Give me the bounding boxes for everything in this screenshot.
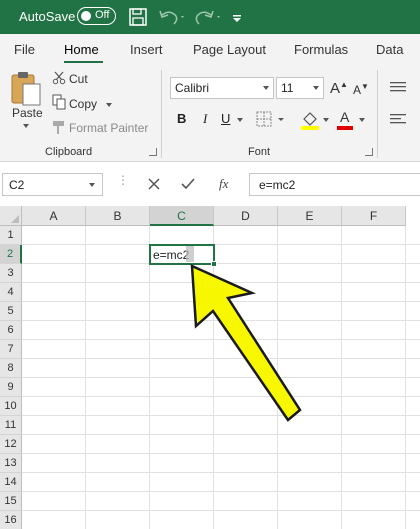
tab-data[interactable]: Data: [376, 42, 403, 57]
column-header[interactable]: E: [278, 206, 342, 226]
font-family-value: Calibri: [175, 81, 210, 95]
formula-buttons: fx: [135, 173, 244, 196]
formula-bar-splitter-icon[interactable]: ⋮: [117, 174, 129, 186]
row-header[interactable]: 14: [0, 473, 22, 492]
row-header[interactable]: 6: [0, 321, 22, 340]
font-color-button[interactable]: A: [340, 109, 349, 125]
column-header[interactable]: F: [342, 206, 406, 226]
shrink-font-icon[interactable]: A▼: [353, 82, 369, 97]
column-header[interactable]: A: [22, 206, 86, 226]
row-header[interactable]: 10: [0, 397, 22, 416]
formula-input[interactable]: e=mc2: [249, 173, 420, 196]
align-left-icon[interactable]: [388, 113, 408, 125]
save-icon[interactable]: [128, 7, 148, 27]
autosave-toggle[interactable]: Off: [77, 7, 116, 25]
group-separator: [161, 70, 162, 158]
row-header[interactable]: 3: [0, 264, 22, 283]
row-header[interactable]: 2: [0, 245, 22, 264]
tab-file[interactable]: File: [14, 42, 35, 57]
align-top-icon[interactable]: [388, 81, 408, 93]
row-header[interactable]: 13: [0, 454, 22, 473]
title-bar: AutoSave Off: [0, 0, 420, 34]
format-painter-button[interactable]: Format Painter: [69, 121, 148, 135]
row-header[interactable]: 15: [0, 492, 22, 511]
formula-bar: C2 ⋮ fx e=mc2: [0, 162, 420, 206]
font-group-label: Font: [248, 146, 271, 158]
column-header[interactable]: D: [214, 206, 278, 226]
font-size-value: 11: [281, 81, 294, 95]
tab-insert[interactable]: Insert: [130, 42, 163, 57]
redo-icon[interactable]: [194, 7, 224, 27]
cell-area[interactable]: [22, 226, 420, 529]
font-family-select[interactable]: Calibri: [170, 77, 274, 99]
underline-dropdown-icon[interactable]: [237, 118, 243, 122]
toggle-knob: [81, 11, 91, 21]
name-box-value: C2: [9, 178, 25, 192]
grow-font-icon[interactable]: A▲: [330, 80, 348, 97]
paste-icon[interactable]: [9, 70, 43, 108]
select-all-corner[interactable]: [0, 206, 22, 226]
borders-icon[interactable]: [256, 111, 290, 129]
cancel-icon[interactable]: [147, 177, 161, 191]
chevron-down-icon: [313, 86, 319, 90]
text-cursor: [186, 246, 194, 262]
format-painter-icon[interactable]: [52, 119, 66, 135]
fill-color-dropdown-icon[interactable]: [323, 118, 329, 122]
column-header[interactable]: C: [150, 206, 214, 226]
copy-dropdown-icon[interactable]: [106, 103, 112, 107]
active-tab-indicator: [64, 61, 103, 63]
row-header[interactable]: 4: [0, 283, 22, 302]
tab-formulas[interactable]: Formulas: [294, 42, 348, 57]
ribbon-tabs: File Home Insert Page Layout Formulas Da…: [0, 34, 420, 64]
row-header[interactable]: 8: [0, 359, 22, 378]
font-size-select[interactable]: 11: [276, 77, 324, 99]
font-color-swatch: [337, 126, 353, 130]
undo-icon[interactable]: [157, 7, 187, 27]
row-header[interactable]: 9: [0, 378, 22, 397]
row-header[interactable]: 12: [0, 435, 22, 454]
spreadsheet-grid: ABCDEF 1 2 3 4 5 6 7 8 9 10 11 12 13 14 15 16 e=mc2: [0, 206, 420, 529]
cut-button[interactable]: Cut: [69, 72, 88, 86]
clipboard-group-label: Clipboard: [45, 146, 93, 158]
row-header[interactable]: 16: [0, 511, 22, 529]
scissors-icon[interactable]: [52, 71, 66, 85]
name-box[interactable]: C2: [2, 173, 103, 196]
group-separator: [377, 70, 378, 158]
insert-function-icon[interactable]: fx: [219, 176, 228, 192]
underline-button[interactable]: U: [221, 111, 230, 126]
select-all-triangle-icon: [11, 215, 19, 223]
row-header[interactable]: 5: [0, 302, 22, 321]
autosave-label: AutoSave: [19, 9, 76, 24]
paste-label[interactable]: Paste: [12, 106, 43, 120]
row-header[interactable]: 1: [0, 226, 22, 245]
tab-home[interactable]: Home: [64, 42, 99, 57]
active-cell-c2[interactable]: e=mc2: [149, 244, 215, 265]
column-header[interactable]: B: [86, 206, 150, 226]
chevron-down-icon: [263, 86, 269, 90]
font-launcher-icon[interactable]: [365, 148, 373, 156]
row-header[interactable]: 11: [0, 416, 22, 435]
enter-check-icon[interactable]: [181, 177, 195, 191]
font-color-dropdown-icon[interactable]: [359, 118, 365, 122]
clipboard-launcher-icon[interactable]: [149, 148, 157, 156]
fill-handle[interactable]: [211, 261, 217, 267]
italic-button[interactable]: I: [203, 111, 207, 127]
tab-page-layout[interactable]: Page Layout: [193, 42, 266, 57]
fill-color-icon[interactable]: [300, 109, 320, 131]
paste-dropdown-icon[interactable]: [23, 124, 29, 128]
ribbon: Paste Cut Copy Format Painter Clipboard …: [0, 64, 420, 162]
bold-button[interactable]: B: [177, 111, 186, 126]
copy-icon[interactable]: [52, 94, 66, 110]
row-header[interactable]: 7: [0, 340, 22, 359]
autosave-state: Off: [95, 9, 110, 21]
customize-toolbar-icon[interactable]: [231, 7, 243, 27]
copy-button[interactable]: Copy: [69, 97, 97, 111]
chevron-down-icon: [89, 183, 95, 187]
